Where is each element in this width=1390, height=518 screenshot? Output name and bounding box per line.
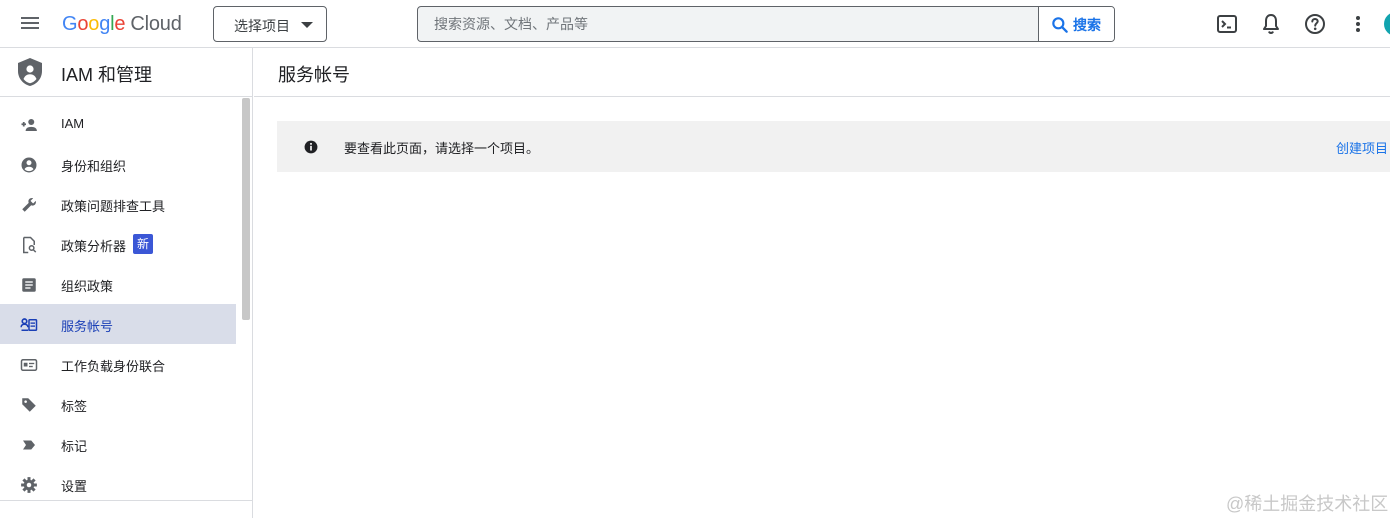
sidebar-item-label: 工作负载身份联合 (61, 359, 166, 374)
caret-down-icon (301, 22, 313, 28)
policy-analyzer-icon (23, 236, 37, 254)
create-project-link[interactable]: 创建项目 (1336, 138, 1388, 157)
logo-letter: e (114, 13, 126, 35)
sidebar-item-iam[interactable]: IAM (0, 104, 236, 144)
sidebar-item-label: 组织政策 (61, 279, 114, 294)
page-title: 服务帐号 (278, 65, 350, 85)
sidebar-item-tags[interactable]: 标签 (0, 384, 236, 424)
sidebar-divider (0, 500, 252, 501)
gear-icon (21, 477, 37, 493)
google-cloud-logo[interactable]: Google Cloud (62, 11, 182, 37)
search-input[interactable] (418, 7, 1038, 41)
select-project-notice: 要查看此页面，请选择一个项目。 创建项目 (277, 121, 1390, 172)
watermark: @稀土掘金技术社区 (1226, 494, 1389, 514)
cloud-shell-icon[interactable] (1215, 12, 1239, 36)
logo-letter: o (88, 13, 100, 35)
id-card-icon (20, 359, 38, 371)
search-bar: 搜索 (417, 6, 1115, 42)
shield-icon (18, 58, 42, 86)
notifications-icon[interactable] (1259, 12, 1283, 36)
sidebar-item-workload-identity[interactable]: 工作负载身份联合 (0, 344, 236, 384)
sidebar-item-label: 政策分析器 (61, 239, 127, 254)
sidebar-item-service-accounts[interactable]: 服务帐号 (0, 304, 236, 344)
sidebar: IAM 和管理 IAM 身份和组织 政策问题排查工具 政策分析器 新 组织政策 … (0, 48, 253, 518)
sidebar-item-label: 设置 (61, 479, 88, 494)
sidebar-item-labels[interactable]: 标记 (0, 424, 236, 464)
logo-letter: G (62, 13, 78, 35)
project-select-label: 选择项目 (234, 18, 290, 34)
project-select-button[interactable]: 选择项目 (213, 6, 327, 42)
sidebar-item-identity-org[interactable]: 身份和组织 (0, 144, 236, 184)
sidebar-item-policy-analyzer[interactable]: 政策分析器 新 (0, 224, 236, 264)
notice-message: 要查看此页面，请选择一个项目。 (344, 141, 540, 156)
service-account-icon (20, 318, 38, 331)
top-bar: Google Cloud 选择项目 搜索 (0, 0, 1390, 48)
sidebar-item-settings[interactable]: 设置 (0, 464, 236, 504)
new-badge: 新 (133, 234, 154, 254)
help-icon[interactable] (1303, 12, 1327, 36)
sidebar-item-label: 服务帐号 (61, 319, 114, 334)
more-vert-icon[interactable] (1346, 12, 1370, 36)
sidebar-item-label: 身份和组织 (61, 159, 127, 174)
sidebar-scrollbar[interactable] (242, 98, 250, 320)
sidebar-item-policy-troubleshooter[interactable]: 政策问题排查工具 (0, 184, 236, 224)
sidebar-item-label: IAM (61, 116, 85, 131)
search-icon (1052, 17, 1068, 33)
tag-icon (22, 398, 36, 412)
info-icon (304, 140, 318, 154)
sidebar-item-label: 标记 (61, 439, 88, 454)
sidebar-item-label: 政策问题排查工具 (61, 199, 166, 214)
logo-letter: o (77, 13, 89, 35)
sidebar-item-label: 标签 (61, 399, 88, 414)
search-button-label: 搜索 (1073, 17, 1101, 33)
menu-icon[interactable] (19, 14, 41, 34)
sidebar-header: IAM 和管理 (0, 48, 252, 97)
title-divider (254, 96, 1390, 97)
wrench-icon (22, 198, 36, 212)
person-add-icon (21, 119, 37, 131)
search-button[interactable]: 搜索 (1038, 7, 1114, 41)
list-document-icon (22, 278, 36, 292)
label-icon (23, 440, 35, 450)
account-circle-icon (21, 157, 37, 173)
logo-letter: g (99, 13, 111, 35)
avatar[interactable] (1384, 12, 1390, 36)
logo-suffix: Cloud (130, 13, 182, 35)
sidebar-item-org-policy[interactable]: 组织政策 (0, 264, 236, 304)
sidebar-title: IAM 和管理 (61, 65, 153, 85)
